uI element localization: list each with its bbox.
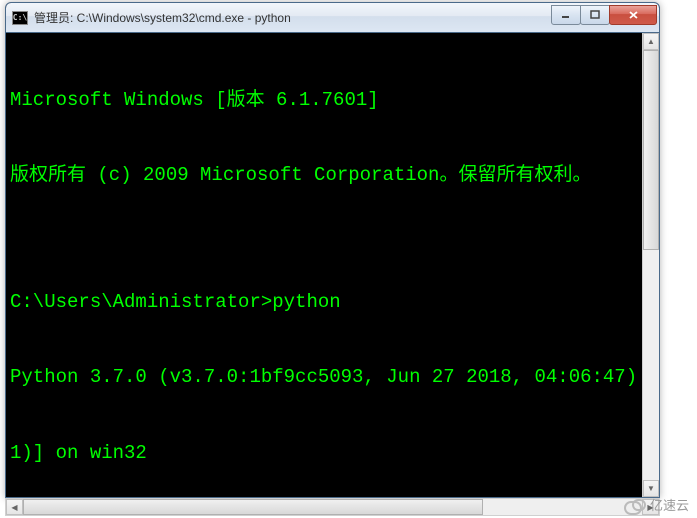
- terminal-output[interactable]: Microsoft Windows [版本 6.1.7601] 版权所有 (c)…: [6, 33, 659, 497]
- horizontal-scrollbar[interactable]: ◀ ▶: [5, 498, 660, 516]
- watermark: 亿速云: [624, 495, 689, 514]
- vertical-scrollbar[interactable]: ▲ ▼: [642, 33, 659, 497]
- close-button[interactable]: [609, 5, 657, 25]
- terminal-line: 1)] on win32: [10, 441, 657, 466]
- command-prompt-window: C:\ 管理员: C:\Windows\system32\cmd.exe - p…: [5, 2, 660, 498]
- maximize-button[interactable]: [580, 5, 610, 25]
- scroll-left-button[interactable]: ◀: [6, 499, 23, 515]
- terminal-line: 版权所有 (c) 2009 Microsoft Corporation。保留所有…: [10, 163, 657, 188]
- horizontal-scroll-thumb[interactable]: [23, 499, 483, 515]
- cloud-icon: [624, 497, 646, 513]
- terminal-line: Python 3.7.0 (v3.7.0:1bf9cc5093, Jun 27 …: [10, 365, 657, 390]
- minimize-button[interactable]: [551, 5, 581, 25]
- terminal-line: C:\Users\Administrator>python: [10, 290, 657, 315]
- horizontal-scroll-track[interactable]: [23, 499, 642, 515]
- window-title: 管理员: C:\Windows\system32\cmd.exe - pytho…: [34, 9, 552, 26]
- terminal-line: Microsoft Windows [版本 6.1.7601]: [10, 88, 657, 113]
- watermark-text: 亿速云: [650, 495, 689, 514]
- cmd-icon: C:\: [12, 11, 28, 25]
- titlebar[interactable]: C:\ 管理员: C:\Windows\system32\cmd.exe - p…: [6, 3, 659, 33]
- vertical-scroll-thumb[interactable]: [643, 50, 659, 250]
- scroll-up-button[interactable]: ▲: [643, 33, 659, 50]
- window-controls: [552, 5, 657, 25]
